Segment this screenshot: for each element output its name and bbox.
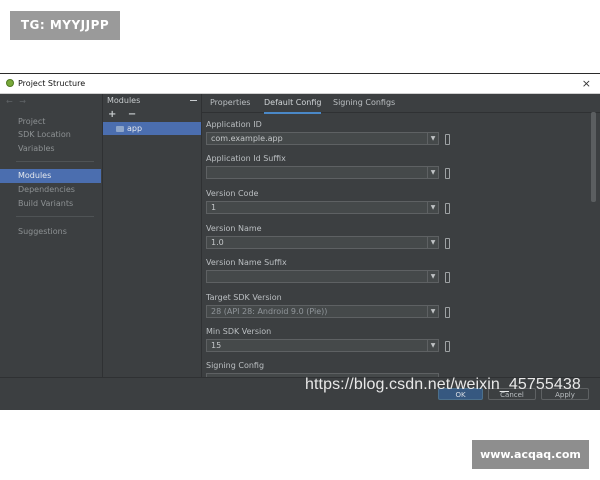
min-sdk-version-value: 15 [211,341,222,350]
application-id-suffix-label: Application Id Suffix [206,154,286,163]
nav-divider [16,161,94,162]
nav-item-variables[interactable]: Variables [0,142,101,156]
version-code-value: 1 [211,203,217,212]
add-module-button[interactable]: + [108,109,116,120]
version-name-suffix-field[interactable] [206,270,439,283]
settings-nav: ← → Project SDK Location Variables Modul… [0,94,103,377]
config-scrollbar[interactable] [591,112,596,202]
nav-arrows: ← → [6,97,30,106]
forward-arrow-icon[interactable]: → [19,97,26,106]
title-bar: Project Structure × [0,74,600,94]
application-id-label: Application ID [206,120,262,129]
top-watermark-tag: TG: MYYJJPP [10,11,120,40]
dialog-title: Project Structure [18,79,86,88]
field-action-icon[interactable] [445,168,450,179]
tab-properties[interactable]: Properties [210,94,250,112]
dropdown-arrow-icon[interactable] [427,133,438,144]
dropdown-arrow-icon[interactable] [427,340,438,351]
min-sdk-version-label: Min SDK Version [206,327,272,336]
signing-config-label: Signing Config [206,361,265,370]
android-studio-icon [6,79,14,87]
target-sdk-version-value: 28 (API 28: Android 9.0 (Pie)) [211,307,328,316]
version-name-value: 1.0 [211,238,224,247]
module-item-app[interactable]: app [103,122,201,135]
tab-default-config[interactable]: Default Config [264,94,322,114]
field-action-icon[interactable] [445,134,450,145]
nav-item-modules[interactable]: Modules [0,169,101,183]
version-code-field[interactable]: 1 [206,201,439,214]
project-structure-dialog: Project Structure × ← → Project SDK Loca… [0,73,600,410]
version-name-suffix-label: Version Name Suffix [206,258,287,267]
field-action-icon[interactable] [445,272,450,283]
dropdown-arrow-icon[interactable] [427,237,438,248]
url-watermark: https://blog.csdn.net/weixin_45755438 [305,376,581,393]
version-code-label: Version Code [206,189,259,198]
back-arrow-icon[interactable]: ← [6,97,13,106]
collapse-icon[interactable] [190,100,197,101]
remove-module-button[interactable]: − [128,109,136,120]
module-label: app [127,124,143,133]
dropdown-arrow-icon[interactable] [427,306,438,317]
nav-divider [16,216,94,217]
modules-toolbar: + − [108,109,144,120]
config-panel: Properties Default Config Signing Config… [202,94,600,377]
application-id-field[interactable]: com.example.app [206,132,439,145]
config-tabs: Properties Default Config Signing Config… [202,94,600,114]
application-id-suffix-field[interactable] [206,166,439,179]
nav-item-dependencies[interactable]: Dependencies [0,183,101,197]
dropdown-arrow-icon[interactable] [427,202,438,213]
field-action-icon[interactable] [445,307,450,318]
field-action-icon[interactable] [445,203,450,214]
dropdown-arrow-icon[interactable] [427,167,438,178]
version-name-label: Version Name [206,224,262,233]
field-action-icon[interactable] [445,238,450,249]
bottom-watermark-tag: www.acqaq.com [472,440,589,469]
nav-item-build-variants[interactable]: Build Variants [0,197,101,211]
version-name-field[interactable]: 1.0 [206,236,439,249]
nav-item-project[interactable]: Project [0,115,101,129]
folder-icon [116,126,124,132]
min-sdk-version-field[interactable]: 15 [206,339,439,352]
nav-item-sdk-location[interactable]: SDK Location [0,128,101,142]
field-action-icon[interactable] [445,341,450,352]
target-sdk-version-field[interactable]: 28 (API 28: Android 9.0 (Pie)) [206,305,439,318]
tab-signing-configs[interactable]: Signing Configs [333,94,395,112]
target-sdk-version-label: Target SDK Version [206,293,282,302]
dropdown-arrow-icon[interactable] [427,271,438,282]
application-id-value: com.example.app [211,134,283,143]
modules-panel: Modules + − app [103,94,202,377]
nav-item-suggestions[interactable]: Suggestions [0,225,101,239]
close-icon[interactable]: × [582,74,591,93]
modules-header: Modules [107,96,141,105]
